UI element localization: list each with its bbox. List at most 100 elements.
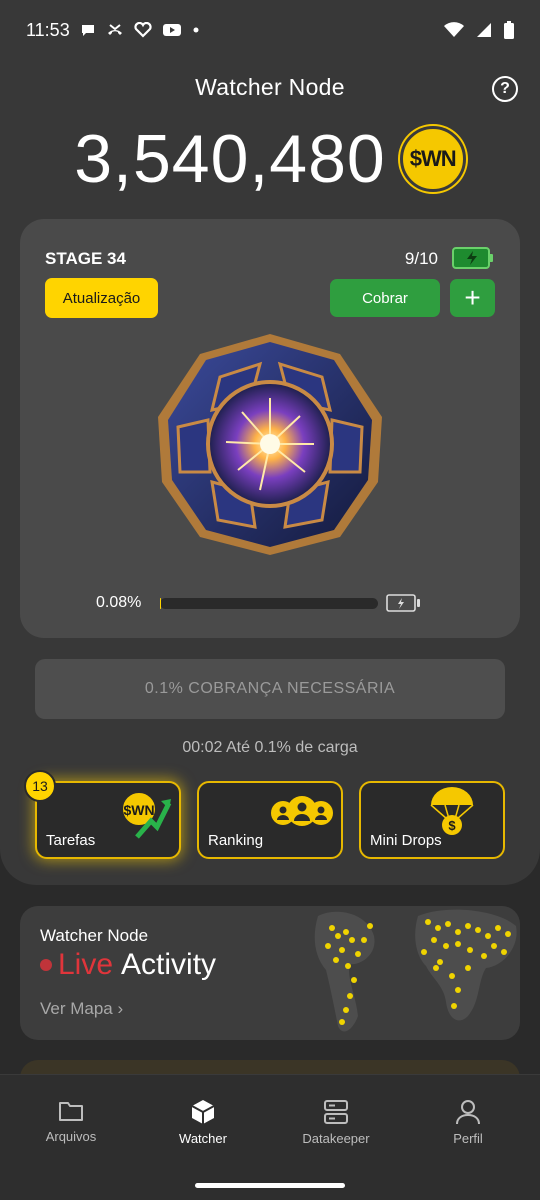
heart-app-icon	[134, 22, 152, 38]
activity-dot	[491, 943, 497, 949]
nav-item-perfil[interactable]: Perfil	[408, 1099, 528, 1146]
activity-dot	[361, 937, 367, 943]
activity-dot	[325, 943, 331, 949]
battery-empty-icon	[386, 594, 420, 612]
activity-dot	[425, 919, 431, 925]
nav-label-perfil: Perfil	[453, 1131, 483, 1146]
world-map-image	[314, 909, 517, 1032]
charge-timer: 00:02 Até 0.1% de carga	[182, 739, 358, 756]
stage-card: STAGE 34 9/10 Atualização Cobrar + 0.08%	[20, 219, 520, 638]
activity-dot	[335, 933, 341, 939]
tile-ranking[interactable]: Ranking	[197, 781, 343, 859]
nav-item-watcher[interactable]: Watcher	[143, 1099, 263, 1146]
tasks-count-badge: 13	[24, 770, 56, 802]
activity-dot	[339, 1019, 345, 1025]
nav-item-datakeeper[interactable]: Datakeeper	[276, 1099, 396, 1146]
activity-dot	[437, 959, 443, 965]
activity-dot	[343, 929, 349, 935]
cube-icon	[191, 1100, 215, 1124]
charge-progress-bar	[160, 598, 378, 609]
help-icon[interactable]: ?	[492, 76, 518, 102]
tile-mini-drops[interactable]: $ Mini Drops	[359, 781, 505, 859]
activity-dot	[351, 977, 357, 983]
balance-value: 3,540,480	[74, 121, 386, 197]
activity-dot	[465, 965, 471, 971]
activity-dot	[455, 941, 461, 947]
charge-required-button[interactable]: 0.1% COBRANÇA NECESSÁRIA	[35, 659, 505, 719]
activity-dot	[349, 937, 355, 943]
tile-mini-drops-label: Mini Drops	[370, 832, 442, 849]
activity-dot	[495, 925, 501, 931]
activity-dot	[475, 927, 481, 933]
person-icon	[456, 1100, 480, 1125]
collect-button[interactable]: Cobrar	[330, 279, 440, 317]
activity-dot	[435, 925, 441, 931]
balance-row: 3,540,480 $WN	[0, 118, 540, 200]
status-bar: 11:53	[0, 0, 540, 60]
progress-percent: 0.08%	[96, 594, 142, 611]
folder-icon	[59, 1102, 83, 1121]
activity-dot	[481, 953, 487, 959]
battery-charging-icon	[452, 247, 493, 269]
activity-dot	[367, 923, 373, 929]
activity-dot	[355, 951, 361, 957]
stage-label: STAGE 34	[45, 249, 126, 268]
chevron-right-icon: ›	[117, 999, 124, 1018]
activity-dot	[421, 949, 427, 955]
chat-bubble-icon	[80, 22, 96, 38]
missed-call-icon	[106, 22, 124, 38]
activity-dot	[445, 921, 451, 927]
nav-label-arquivos: Arquivos	[45, 1129, 97, 1144]
home-indicator	[195, 1183, 345, 1188]
battery-status-icon	[504, 21, 514, 39]
live-activity-card[interactable]: Watcher Node Live Activity Ver Mapa ›	[20, 906, 520, 1040]
svg-text:$WN: $WN	[123, 802, 154, 818]
activity-dot	[333, 957, 339, 963]
users-group-icon	[271, 796, 333, 826]
activity-dot	[451, 1003, 457, 1009]
activity-dot	[485, 933, 491, 939]
activity-dot	[455, 987, 461, 993]
live-card-title: Watcher Node	[40, 926, 149, 945]
activity-dot	[433, 965, 439, 971]
youtube-icon	[162, 22, 182, 38]
activity-dot	[467, 947, 473, 953]
energy-core-image	[158, 334, 382, 555]
cell-signal-icon	[476, 22, 492, 38]
activity-dot	[465, 923, 471, 929]
activity-dot	[449, 973, 455, 979]
activity-dot	[443, 943, 449, 949]
notification-dot-icon	[192, 26, 200, 34]
view-map-link[interactable]: Ver Mapa ›	[40, 999, 123, 1019]
nav-label-watcher: Watcher	[179, 1131, 227, 1146]
activity-dot	[343, 1007, 349, 1013]
upgrade-button[interactable]: Atualização	[45, 278, 158, 318]
wn-coin-icon: $WN	[399, 126, 466, 192]
live-word: Live	[58, 948, 114, 981]
tile-tasks[interactable]: $WN Tarefas	[35, 781, 181, 859]
activity-word: Activity	[121, 948, 217, 981]
add-button[interactable]: +	[450, 279, 495, 317]
tile-tasks-label: Tarefas	[46, 832, 96, 849]
bottom-nav: Arquivos Watcher Datakeeper Perfil	[0, 1074, 540, 1200]
server-icon	[324, 1100, 348, 1124]
svg-text:$: $	[448, 818, 456, 833]
parachute-coin-icon: $	[430, 787, 474, 835]
live-activity-heading: Live Activity	[40, 948, 216, 982]
activity-dot	[339, 947, 345, 953]
view-map-label: Ver Mapa	[40, 999, 113, 1018]
wn-coin-chart-icon: $WN	[121, 791, 172, 839]
activity-dot	[505, 931, 511, 937]
activity-dot	[347, 993, 353, 999]
activity-dot	[329, 925, 335, 931]
activity-dot	[345, 963, 351, 969]
tile-ranking-label: Ranking	[208, 832, 264, 849]
nav-item-arquivos[interactable]: Arquivos	[11, 1099, 131, 1144]
activity-dot	[431, 937, 437, 943]
nav-label-datakeeper: Datakeeper	[302, 1131, 370, 1146]
activity-dot	[501, 949, 507, 955]
live-dot-icon	[40, 959, 52, 971]
page-title: Watcher Node	[195, 74, 345, 100]
status-time: 11:53	[26, 19, 70, 40]
wifi-icon	[444, 22, 464, 38]
